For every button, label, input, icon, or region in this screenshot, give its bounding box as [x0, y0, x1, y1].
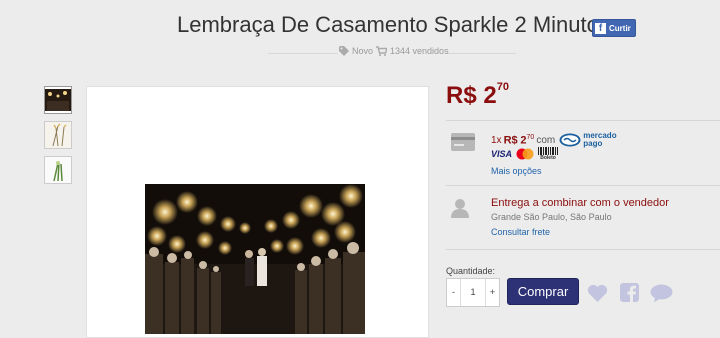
- quantity-input[interactable]: 1: [460, 279, 486, 306]
- quantity-increase-button[interactable]: +: [486, 279, 499, 306]
- divider: [446, 249, 720, 250]
- cart-icon: [376, 46, 388, 56]
- speech-bubble-icon[interactable]: [650, 284, 673, 303]
- payment-methods: VISA Boleto: [491, 147, 559, 161]
- quantity-stepper: - 1 +: [446, 278, 500, 307]
- condition-label: Novo: [352, 46, 374, 56]
- installment-line: 1x R$ 270 com mercado pago: [491, 132, 617, 148]
- thumbnail-3[interactable]: [44, 156, 72, 184]
- price-integer: 2: [483, 82, 497, 109]
- facebook-icon[interactable]: [620, 283, 639, 302]
- price-currency: R$: [446, 82, 477, 109]
- divider-right: [446, 53, 516, 54]
- divider: [446, 185, 720, 186]
- mastercard-icon: [516, 148, 534, 160]
- thumbnail-image: [45, 89, 71, 111]
- price-cents: 70: [496, 81, 509, 93]
- sold-count: 1344 vendidos: [390, 46, 449, 56]
- installment-currency: R$: [503, 134, 518, 147]
- facebook-like-label: Curtir: [609, 23, 631, 33]
- thumbnail-1[interactable]: [44, 86, 72, 114]
- shipping-title: Entrega a combinar com o vendedor: [491, 197, 669, 209]
- product-price: R$ 270: [446, 81, 509, 110]
- product-gallery: [86, 86, 429, 338]
- mercado-pago-icon: [559, 133, 581, 147]
- installment-with: com: [536, 134, 556, 146]
- thumbnail-list: [44, 86, 72, 191]
- credit-card-icon: [451, 133, 475, 151]
- visa-icon: VISA: [491, 149, 513, 159]
- mercado-pago-line2: pago: [583, 139, 603, 148]
- facebook-like-button[interactable]: f Curtir: [592, 19, 636, 37]
- installment-count: 1x: [491, 134, 502, 146]
- thumbnail-image: [45, 157, 71, 183]
- thumbnail-image: [45, 122, 71, 148]
- product-main-image[interactable]: [145, 184, 365, 334]
- buy-button[interactable]: Comprar: [507, 278, 579, 305]
- installment-price: R$ 270: [504, 134, 535, 146]
- quantity-decrease-button[interactable]: -: [447, 279, 460, 306]
- facebook-icon: f: [595, 22, 606, 34]
- tag-icon: [339, 46, 349, 56]
- user-icon: [451, 199, 469, 218]
- product-title: Lembraça De Casamento Sparkle 2 Minutos: [177, 12, 610, 37]
- boleto-label: Boleto: [540, 155, 556, 161]
- thumbnail-2[interactable]: [44, 121, 72, 149]
- more-payment-options-link[interactable]: Mais opções: [491, 166, 542, 176]
- divider-left: [268, 53, 338, 54]
- consult-shipping-link[interactable]: Consultar frete: [491, 227, 550, 237]
- shipping-location: Grande São Paulo, São Paulo: [491, 212, 612, 222]
- product-meta: Novo 1344 vendidos: [339, 46, 449, 56]
- heart-icon[interactable]: [587, 284, 608, 303]
- divider: [446, 120, 720, 121]
- installment-cents: 70: [526, 133, 535, 141]
- mercado-pago-logo: mercado pago: [559, 132, 617, 148]
- quantity-label: Quantidade:: [446, 266, 496, 276]
- boleto-icon: Boleto: [538, 147, 559, 161]
